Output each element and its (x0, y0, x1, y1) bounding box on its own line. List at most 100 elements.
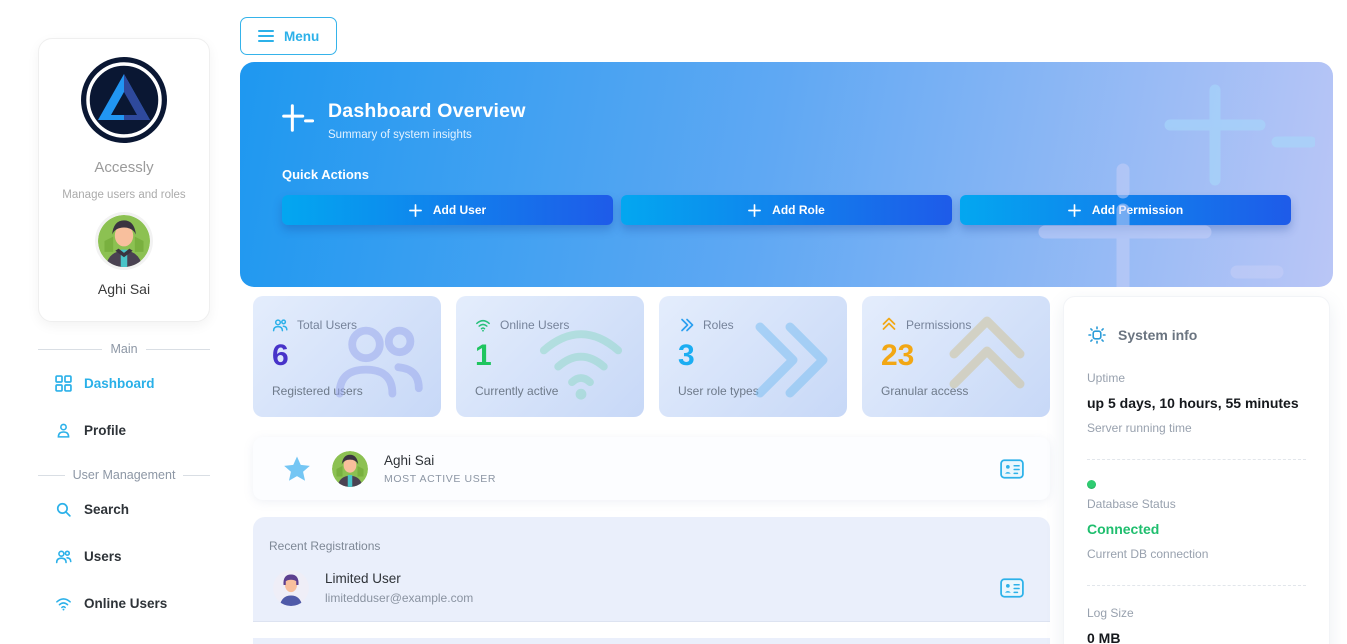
stat-card-roles: Roles 3 User role types (659, 296, 847, 417)
recent-next-row (253, 622, 1050, 638)
add-user-label: Add User (432, 203, 487, 217)
recent-user-email: limitedduser@example.com (325, 591, 474, 605)
recent-user-meta: Limited User limitedduser@example.com (325, 571, 473, 605)
users-watermark-icon (335, 326, 423, 398)
chevrons-up-watermark-icon (949, 316, 1025, 389)
sidebar-user-name: Aghi Sai (97, 281, 151, 297)
cpu-icon (1087, 325, 1107, 345)
contact-card-icon[interactable] (1000, 458, 1024, 479)
sidebar-item-label: Users (84, 549, 122, 564)
quick-actions-label: Quick Actions (282, 167, 369, 182)
grid-icon (55, 375, 72, 392)
accessly-logo-icon (81, 57, 167, 143)
status-dot-icon (1087, 480, 1096, 489)
add-role-label: Add Role (772, 203, 825, 217)
menu-button[interactable]: Menu (240, 17, 338, 55)
sidebar-item-dashboard[interactable]: Dashboard (38, 360, 210, 407)
user-icon (55, 422, 72, 439)
recent-registrations-title: Recent Registrations (269, 539, 381, 553)
log-size-block: Log Size 0 MB Storage usage (1087, 606, 1306, 644)
dashed-divider (1087, 585, 1306, 586)
most-active-name: Aghi Sai (384, 452, 435, 468)
plus-icon (408, 203, 422, 217)
sidebar-item-profile[interactable]: Profile (38, 407, 210, 454)
divider-line (38, 348, 103, 350)
sidebar: Accessly Manage users and roles Aghi Sai (38, 38, 211, 627)
search-icon (55, 501, 72, 518)
page-subtitle: Summary of system insights (328, 129, 472, 141)
users-icon (55, 548, 72, 565)
nav-section-label: User Management (72, 468, 176, 482)
add-permission-label: Add Permission (1091, 203, 1184, 217)
sidebar-nav: Main Dashboard Profile User Management S… (38, 342, 211, 627)
most-active-avatar (332, 450, 368, 487)
recent-registration-row: Limited User limitedduser@example.com (253, 553, 1050, 622)
sidebar-item-online-users[interactable]: Online Users (38, 580, 210, 627)
add-role-button[interactable]: Add Role (621, 195, 952, 225)
recent-registrations-card: Recent Registrations Limited User limite… (253, 517, 1050, 644)
brand-name: Accessly (94, 159, 154, 176)
stats-row: Total Users 6 Registered users Online Us… (253, 296, 1050, 417)
database-status-caption: Current DB connection (1087, 547, 1209, 561)
plus-minus-icon (282, 102, 315, 136)
wifi-icon (55, 595, 72, 612)
most-active-meta: Aghi Sai MOST ACTIVE USER (384, 453, 496, 485)
wifi-icon (475, 317, 491, 333)
sidebar-avatar (98, 215, 150, 267)
add-user-button[interactable]: Add User (282, 195, 613, 225)
stat-card-online-users: Online Users 1 Currently active (456, 296, 644, 417)
uptime-label: Uptime (1087, 371, 1126, 385)
nav-section-main: Main (38, 342, 210, 356)
system-info-header: System info (1087, 325, 1306, 345)
log-size-label: Log Size (1087, 606, 1134, 620)
nav-section-label: Main (110, 342, 138, 356)
plus-icon (1067, 203, 1081, 217)
banner-head: Dashboard Overview Summary of system ins… (282, 100, 1291, 141)
nav-section-user-management: User Management (38, 468, 211, 482)
app-root: Accessly Manage users and roles Aghi Sai (0, 0, 1347, 644)
left-column: Total Users 6 Registered users Online Us… (253, 296, 1050, 644)
system-info-title: System info (1118, 327, 1198, 343)
users-icon (272, 317, 288, 333)
stat-card-permissions: Permissions 23 Granular access (862, 296, 1050, 417)
chevrons-right-icon (678, 317, 694, 333)
sidebar-item-label: Dashboard (84, 376, 155, 391)
plus-icon (748, 203, 762, 217)
divider-line (145, 348, 210, 350)
sidebar-item-users[interactable]: Users (38, 533, 210, 580)
database-status-block: Database Status Connected Current DB con… (1087, 480, 1306, 561)
divider-line (183, 474, 211, 476)
quick-actions-row: Add User Add Role Add Permission (282, 195, 1291, 225)
chevrons-up-icon (881, 317, 897, 333)
main-content: Menu Dashboard Overview Summary of syste… (240, 17, 1333, 644)
chevrons-right-watermark-icon (755, 322, 828, 398)
hamburger-icon (258, 29, 274, 43)
dashboard-banner: Dashboard Overview Summary of system ins… (240, 62, 1333, 287)
star-icon (284, 456, 310, 481)
database-status-label: Database Status (1087, 497, 1176, 511)
most-active-label: MOST ACTIVE USER (384, 472, 497, 485)
contact-card-icon[interactable] (1000, 578, 1024, 598)
most-active-user-card: Aghi Sai MOST ACTIVE USER (253, 437, 1050, 500)
uptime-block: Uptime up 5 days, 10 hours, 55 minutes S… (1087, 371, 1306, 435)
brand-tagline: Manage users and roles (62, 189, 186, 201)
menu-button-label: Menu (284, 28, 320, 44)
system-info-panel: System info Uptime up 5 days, 10 hours, … (1063, 296, 1330, 644)
log-size-value: 0 MB (1087, 630, 1121, 644)
recent-user-name: Limited User (325, 571, 401, 586)
wifi-watermark-icon (539, 330, 623, 400)
sidebar-item-label: Search (84, 502, 130, 517)
sidebar-item-search[interactable]: Search (38, 486, 210, 533)
sidebar-item-label: Profile (84, 423, 127, 438)
uptime-caption: Server running time (1087, 421, 1192, 435)
sidebar-item-label: Online Users (84, 596, 168, 611)
brand-card: Accessly Manage users and roles Aghi Sai (38, 38, 210, 322)
stat-card-total-users: Total Users 6 Registered users (253, 296, 441, 417)
banner-titles: Dashboard Overview Summary of system ins… (328, 100, 526, 141)
content-row: Total Users 6 Registered users Online Us… (240, 296, 1333, 644)
page-title: Dashboard Overview (328, 100, 526, 122)
recent-user-avatar (273, 570, 309, 606)
add-permission-button[interactable]: Add Permission (960, 195, 1291, 225)
divider-line (38, 474, 65, 476)
database-status-value: Connected (1087, 521, 1160, 537)
